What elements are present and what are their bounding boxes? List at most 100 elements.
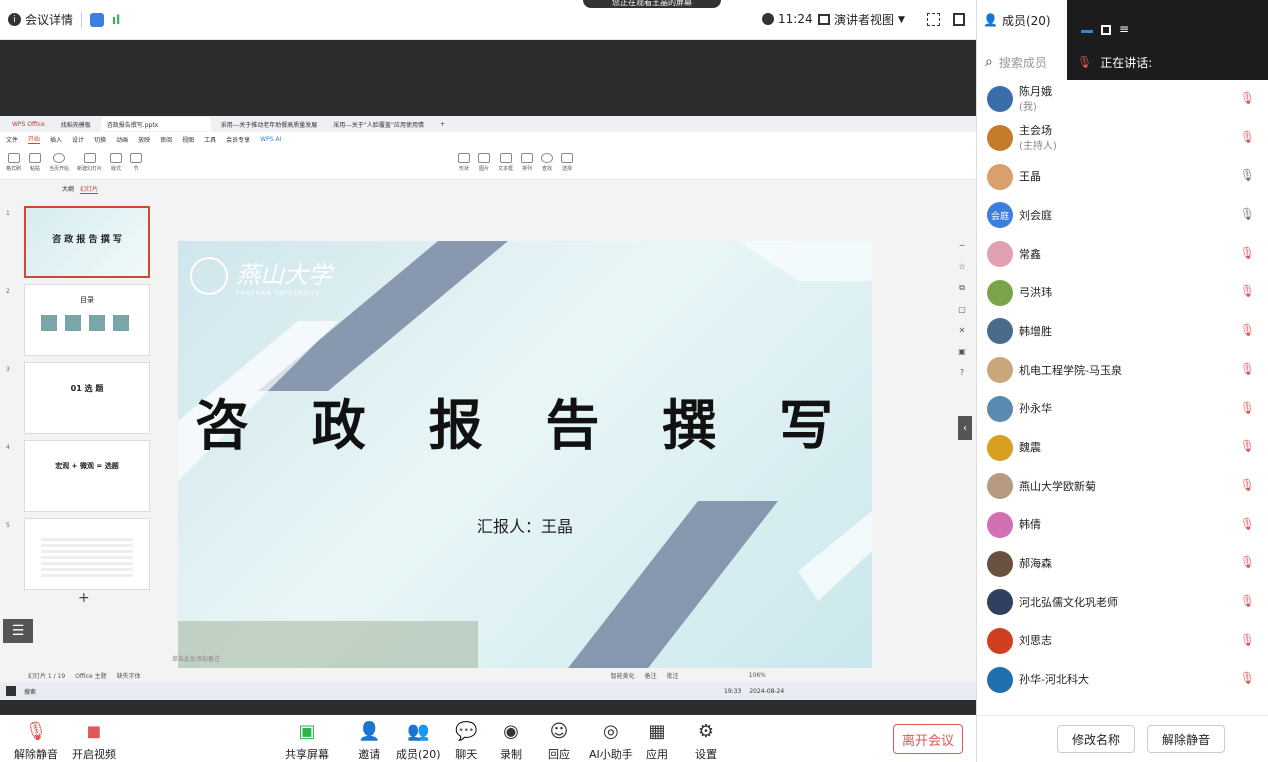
ribbon-button[interactable]: 当页开始 bbox=[49, 153, 69, 172]
ribbon-button[interactable]: 版式 bbox=[110, 153, 123, 172]
mic-icon[interactable]: 🎙 bbox=[1240, 168, 1255, 182]
member-row[interactable]: 主会场 (主持人) 🎙 bbox=[977, 119, 1268, 158]
help-icon[interactable]: ? bbox=[960, 368, 964, 377]
mic-muted-icon[interactable]: 🎙 bbox=[1240, 246, 1255, 260]
member-row[interactable]: 陈月娥 (我) 🎙 bbox=[977, 80, 1268, 119]
menu-item[interactable]: 设计 bbox=[72, 135, 84, 144]
tool-icon[interactable]: ─ bbox=[960, 241, 965, 250]
menu-item[interactable]: 动画 bbox=[116, 135, 128, 144]
ribbon-button[interactable]: 排列 bbox=[521, 153, 534, 172]
new-tab-button[interactable]: + bbox=[434, 117, 451, 131]
ribbon-button[interactable]: 节 bbox=[130, 153, 143, 172]
meeting-details-button[interactable]: i 会议详情 bbox=[8, 11, 73, 28]
mic-muted-icon[interactable]: 🎙 bbox=[1240, 517, 1255, 531]
menu-item[interactable]: 插入 bbox=[50, 135, 62, 144]
ribbon-button[interactable]: 文本框 bbox=[498, 153, 513, 172]
slide-thumb[interactable]: 01 选 题 bbox=[24, 362, 150, 434]
slide-thumb[interactable]: 咨 政 报 告 撰 写 bbox=[24, 206, 150, 278]
member-row[interactable]: 燕山大学欧新菊 🎙 bbox=[977, 467, 1268, 506]
main-slide[interactable]: 燕山大学 YANSHAN UNIVERSITY 咨 政 报 告 撰 写 汇报人：… bbox=[178, 241, 872, 681]
ribbon-button[interactable]: 形状 bbox=[458, 153, 471, 172]
ribbon-button[interactable]: 选择 bbox=[561, 153, 574, 172]
ai-assistant-button[interactable]: ◎ AI小助手 bbox=[589, 721, 633, 762]
ribbon-button[interactable]: 查找 bbox=[541, 153, 554, 172]
comments-toggle[interactable]: 批注 bbox=[667, 671, 679, 680]
view-mode-selector[interactable]: 演讲者视图 ▼ bbox=[818, 11, 905, 28]
tool-icon[interactable]: ▣ bbox=[958, 347, 966, 356]
leave-meeting-button[interactable]: 离开会议 bbox=[893, 724, 963, 754]
wps-tab-active[interactable]: 咨政报告撰写.pptx bbox=[100, 117, 211, 131]
member-row[interactable]: 王晶 🎙 bbox=[977, 157, 1268, 196]
menu-item[interactable]: 文件 bbox=[6, 135, 18, 144]
collapse-arrow-icon[interactable]: ‹ bbox=[958, 416, 972, 440]
record-button[interactable]: ◉ 录制 bbox=[500, 721, 522, 762]
minimize-icon[interactable] bbox=[1081, 30, 1093, 33]
zoom-level[interactable]: 106% bbox=[749, 672, 766, 679]
mic-muted-icon[interactable]: 🎙 bbox=[1240, 478, 1255, 492]
mic-muted-icon[interactable]: 🎙 bbox=[1240, 594, 1255, 608]
member-row[interactable]: 孙华-河北科大 🎙 bbox=[977, 660, 1268, 699]
ribbon-button[interactable]: 图片 bbox=[478, 153, 491, 172]
ribbon-button[interactable]: 粘贴 bbox=[29, 153, 42, 172]
member-row[interactable]: 韩倩 🎙 bbox=[977, 506, 1268, 545]
menu-item[interactable]: 视图 bbox=[182, 135, 194, 144]
windows-start-icon[interactable] bbox=[6, 686, 16, 696]
apps-button[interactable]: ▦ 应用 bbox=[646, 721, 668, 762]
member-row[interactable]: 魏震 🎙 bbox=[977, 428, 1268, 467]
mic-muted-icon[interactable]: 🎙 bbox=[1240, 671, 1255, 685]
wps-tab[interactable]: 采用---关于“人脸覆盖”应用使用情 bbox=[327, 117, 430, 131]
member-row[interactable]: 韩增胜 🎙 bbox=[977, 312, 1268, 351]
mic-muted-icon[interactable]: 🎙 bbox=[1240, 362, 1255, 376]
share-screen-button[interactable]: ▣ 共享屏幕 bbox=[285, 721, 329, 762]
mic-muted-icon[interactable]: 🎙 bbox=[1240, 401, 1255, 415]
window-icon[interactable] bbox=[1101, 25, 1111, 35]
member-search[interactable]: ⌕ 搜索成员 bbox=[977, 48, 1067, 76]
taskbar-search[interactable]: 搜索 bbox=[24, 687, 36, 696]
menu-item[interactable]: 会员专享 bbox=[226, 135, 250, 144]
notes-toggle[interactable]: 备注 bbox=[645, 671, 657, 680]
react-button[interactable]: ☺ 回应 bbox=[548, 721, 570, 762]
mic-muted-icon[interactable]: 🎙 bbox=[1240, 439, 1255, 453]
invite-button[interactable]: 👤 邀请 bbox=[358, 721, 380, 762]
wps-tab[interactable]: WPS Office bbox=[6, 117, 51, 131]
member-row[interactable]: 常鑫 🎙 bbox=[977, 235, 1268, 274]
tool-icon[interactable]: ▢ bbox=[958, 305, 966, 314]
member-row[interactable]: 孙永华 🎙 bbox=[977, 390, 1268, 429]
member-row[interactable]: 河北弘儒文化巩老师 🎙 bbox=[977, 583, 1268, 622]
rename-button[interactable]: 修改名称 bbox=[1057, 725, 1135, 753]
mic-muted-icon[interactable]: 🎙 bbox=[1240, 130, 1255, 144]
security-shield-icon[interactable] bbox=[90, 12, 105, 27]
menu-item[interactable]: WPS AI bbox=[260, 136, 281, 143]
mic-muted-icon[interactable]: 🎙 bbox=[1240, 91, 1255, 105]
menu-item-active[interactable]: 开始 bbox=[28, 134, 41, 144]
mic-muted-icon[interactable]: 🎙 bbox=[1240, 323, 1255, 337]
slides-tab[interactable]: 幻灯片 bbox=[80, 184, 99, 194]
tool-icon[interactable]: ✕ bbox=[959, 326, 966, 335]
fullscreen-icon[interactable] bbox=[927, 13, 940, 26]
menu-item[interactable]: 工具 bbox=[204, 135, 216, 144]
notes-placeholder[interactable]: 单击此处添加备注 bbox=[172, 654, 220, 663]
missing-font[interactable]: 缺失字体 bbox=[117, 671, 141, 680]
video-button[interactable]: ◼ 开启视频 bbox=[72, 721, 116, 762]
members-button[interactable]: 👥 成员(20) bbox=[396, 721, 441, 762]
unmute-button[interactable]: 🎙 解除静音 bbox=[14, 721, 58, 762]
wps-tab[interactable]: 采用---关于推动老年助餐高质量发展 bbox=[215, 117, 324, 131]
member-row[interactable]: 会庭 刘会庭 🎙 bbox=[977, 196, 1268, 235]
smart-beautify[interactable]: 智能美化 bbox=[611, 671, 635, 680]
mic-muted-icon[interactable]: 🎙 bbox=[1240, 633, 1255, 647]
mic-muted-icon[interactable]: 🎙 bbox=[1240, 284, 1255, 298]
mic-muted-icon[interactable]: 🎙 bbox=[1240, 555, 1255, 569]
add-slide-button[interactable]: + bbox=[78, 590, 90, 606]
panel-unmute-button[interactable]: 解除静音 bbox=[1147, 725, 1225, 753]
menu-item[interactable]: 审阅 bbox=[160, 135, 172, 144]
tool-icon[interactable]: ⧉ bbox=[959, 283, 965, 293]
member-row[interactable]: 刘思志 🎙 bbox=[977, 622, 1268, 661]
member-row[interactable]: 郝海森 🎙 bbox=[977, 544, 1268, 583]
member-row[interactable]: 机电工程学院-马玉泉 🎙 bbox=[977, 351, 1268, 390]
slide-thumb[interactable]: 宏观 + 微观 = 选题 bbox=[24, 440, 150, 512]
list-icon[interactable]: ≡ bbox=[1119, 22, 1129, 36]
ribbon-button[interactable]: 格式刷 bbox=[6, 153, 21, 172]
menu-item[interactable]: 切换 bbox=[94, 135, 106, 144]
outline-tab[interactable]: 大纲 bbox=[62, 184, 74, 194]
slide-thumb[interactable]: 目录 bbox=[24, 284, 150, 356]
